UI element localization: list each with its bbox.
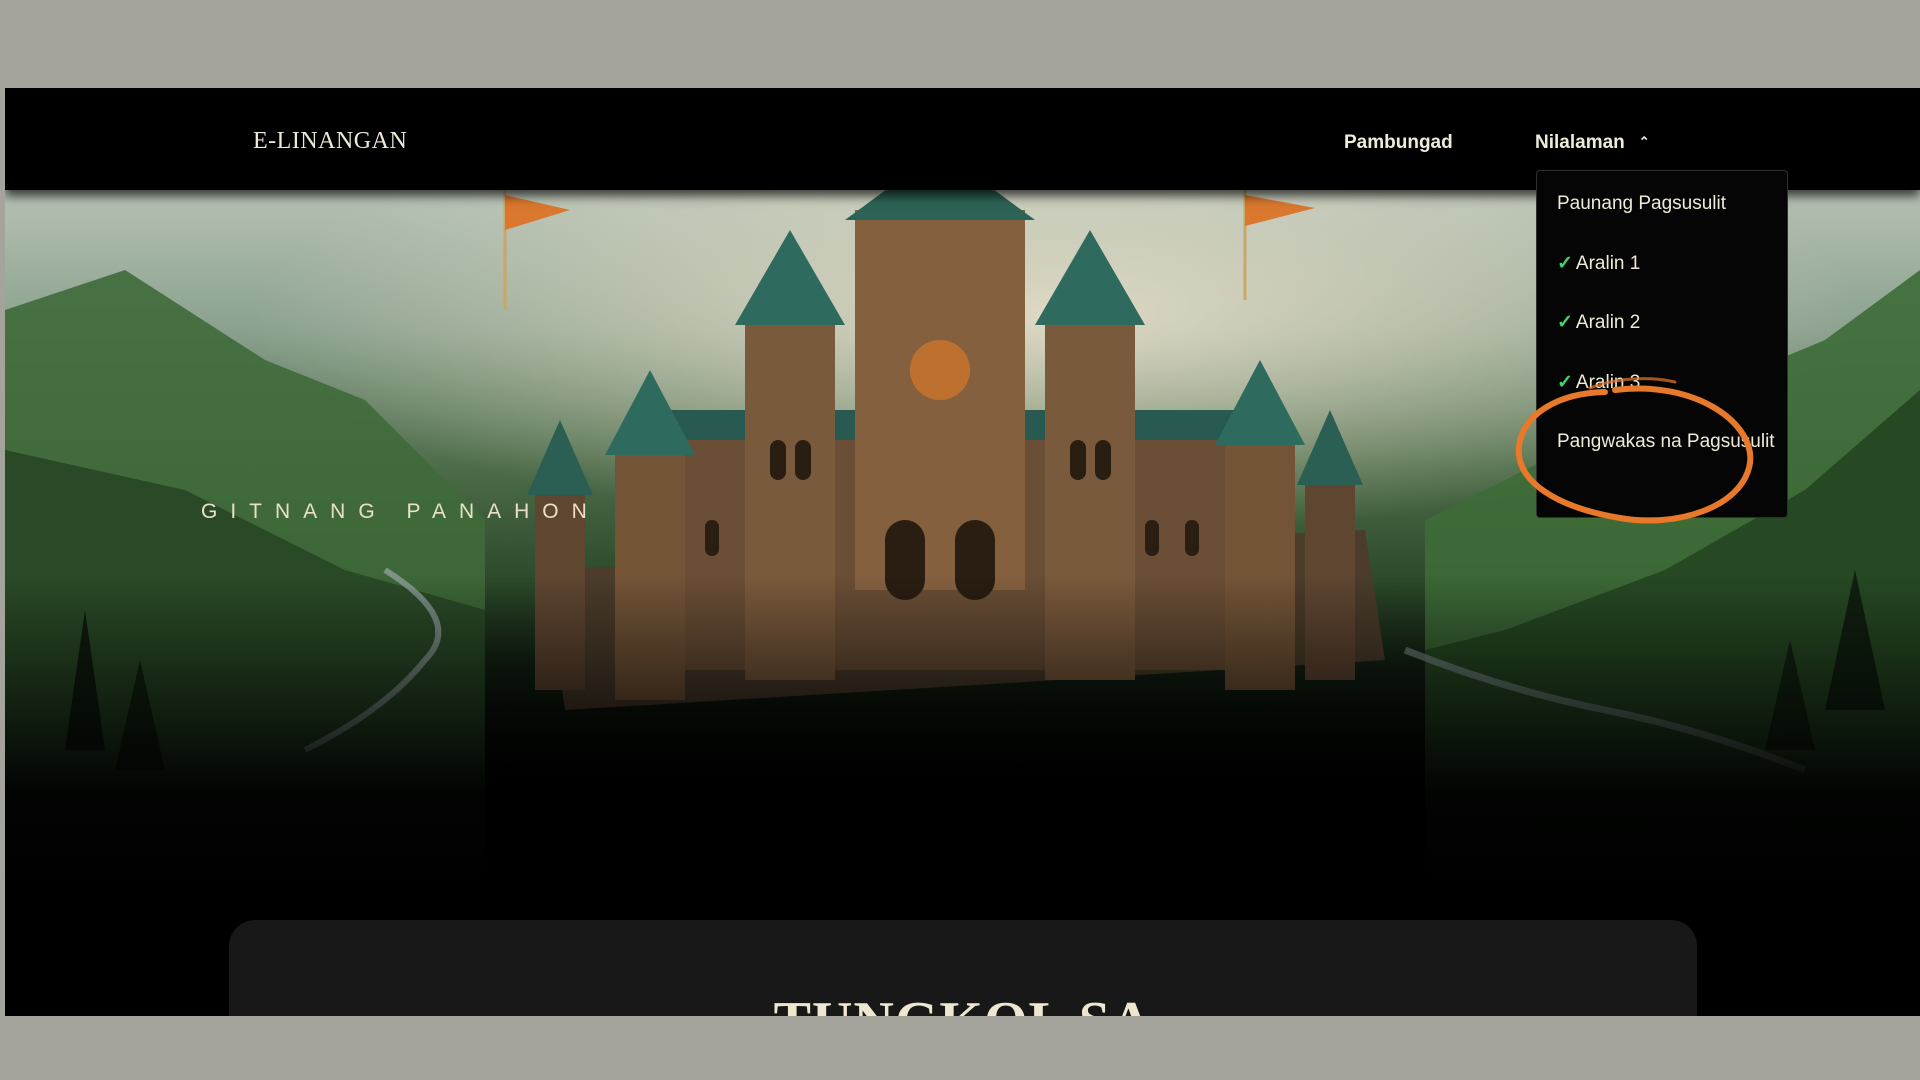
- check-icon: ✓: [1557, 312, 1573, 333]
- nilalaman-dropdown-menu: Paunang Pagsusulit ✓ Aralin 1 ✓ Aralin 2 ✓…: [1536, 170, 1788, 518]
- about-section-title: TUNGKOL SA: [229, 990, 1697, 1016]
- hero-tagline: GITNANG PANAHON: [201, 500, 600, 523]
- check-icon: ✓: [1557, 253, 1573, 274]
- nav-menu-nilalaman[interactable]: Nilalaman ⌃: [1535, 132, 1650, 154]
- dropdown-item-aralin-3[interactable]: ✓ Aralin 3: [1557, 368, 1777, 397]
- nav-link-pambungad[interactable]: Pambungad: [1344, 132, 1453, 154]
- dropdown-item-paunang-pagsusulit[interactable]: Paunang Pagsusulit: [1557, 189, 1777, 218]
- site-logo[interactable]: E-LINANGAN: [253, 128, 407, 155]
- dropdown-item-aralin-2[interactable]: ✓ Aralin 2: [1557, 308, 1777, 337]
- browser-viewport: GITNANG PANAHON E-LINANGAN Pambungad Nil…: [5, 88, 1920, 1016]
- about-section-card: TUNGKOL SA: [229, 920, 1697, 1016]
- dropdown-item-aralin-1[interactable]: ✓ Aralin 1: [1557, 249, 1777, 278]
- chevron-up-icon: ⌃: [1638, 134, 1650, 149]
- dropdown-item-pangwakas-na-pagsusulit[interactable]: Pangwakas na Pagsusulit: [1557, 427, 1777, 456]
- nav-menu-label: Nilalaman: [1535, 132, 1625, 153]
- check-icon: ✓: [1557, 372, 1573, 393]
